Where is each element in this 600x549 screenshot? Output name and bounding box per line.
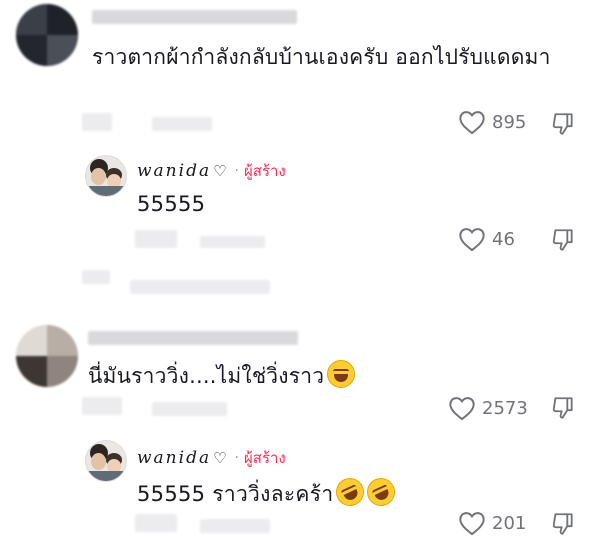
- commenter-name-blurred[interactable]: [88, 331, 298, 345]
- creator-username[interactable]: wanida: [137, 448, 211, 468]
- view-replies-blurred[interactable]: [82, 270, 110, 284]
- like-button[interactable]: 201: [458, 510, 526, 536]
- creator-name-row: wanida ♡ · ผู้สร้าง: [137, 446, 286, 470]
- rofl-emoji-icon: [362, 473, 401, 511]
- separator-dot: ·: [234, 450, 239, 466]
- comment-meta-blurred: [82, 397, 122, 415]
- commenter-name-blurred[interactable]: [92, 10, 297, 24]
- comment-actions: 2573: [448, 395, 528, 421]
- creator-badge: ผู้สร้าง: [244, 449, 286, 467]
- like-count: 46: [492, 228, 515, 250]
- creator-badge: ผู้สร้าง: [244, 162, 286, 180]
- comment-text: นี่มันราววิ่ง....ไม่ใช่วิ่งราว: [88, 360, 548, 392]
- like-button[interactable]: 895: [458, 109, 526, 135]
- comment-text: ราวตากผ้ากำลังกลับบ้านเองครับ ออกไปรับแด…: [92, 45, 551, 69]
- reply-link-blurred[interactable]: [152, 402, 227, 416]
- comment-meta-blurred: [82, 113, 112, 131]
- dislike-icon[interactable]: [550, 395, 576, 421]
- reply-meta-blurred: [135, 514, 177, 532]
- like-count: 895: [492, 111, 527, 133]
- reply-text: 55555: [137, 192, 206, 216]
- reply-text: 55555 ราววิ่งละคร้า: [137, 473, 401, 511]
- like-count: 201: [492, 512, 527, 534]
- view-replies-blurred-2[interactable]: [130, 280, 270, 294]
- like-count: 2573: [482, 397, 528, 419]
- separator-dot: ·: [234, 163, 239, 179]
- creator-name-row: wanida ♡ · ผู้สร้าง: [137, 159, 286, 183]
- reply-link-blurred[interactable]: [152, 117, 212, 131]
- username-heart: ♡: [213, 162, 227, 180]
- reply-actions: 201: [458, 510, 526, 536]
- creator-avatar[interactable]: [85, 155, 127, 197]
- username-heart: ♡: [213, 449, 227, 467]
- dislike-icon[interactable]: [550, 227, 576, 253]
- reply-meta-blurred: [135, 230, 177, 248]
- laughing-emoji-icon: [327, 360, 356, 388]
- dislike-icon[interactable]: [550, 111, 576, 137]
- reply-text-content: 55555 ราววิ่งละคร้า: [137, 482, 334, 506]
- creator-avatar[interactable]: [85, 440, 127, 482]
- dislike-icon[interactable]: [550, 511, 576, 537]
- like-button[interactable]: 46: [458, 226, 515, 252]
- heart-outline-icon: [449, 397, 475, 421]
- heart-outline-icon: [459, 228, 485, 252]
- reply-link-blurred[interactable]: [200, 519, 270, 533]
- like-button[interactable]: 2573: [448, 395, 528, 421]
- commenter-avatar[interactable]: [16, 325, 78, 387]
- comment-text-content: นี่มันราววิ่ง....ไม่ใช่วิ่งราว: [88, 364, 325, 388]
- comment-actions: 895: [458, 109, 526, 135]
- heart-outline-icon: [459, 512, 485, 536]
- creator-username[interactable]: wanida: [137, 161, 211, 181]
- reply-actions: 46: [458, 226, 515, 252]
- commenter-avatar[interactable]: [16, 4, 78, 66]
- heart-outline-icon: [459, 111, 485, 135]
- reply-link-blurred[interactable]: [200, 236, 265, 248]
- rofl-emoji-icon: [331, 473, 370, 511]
